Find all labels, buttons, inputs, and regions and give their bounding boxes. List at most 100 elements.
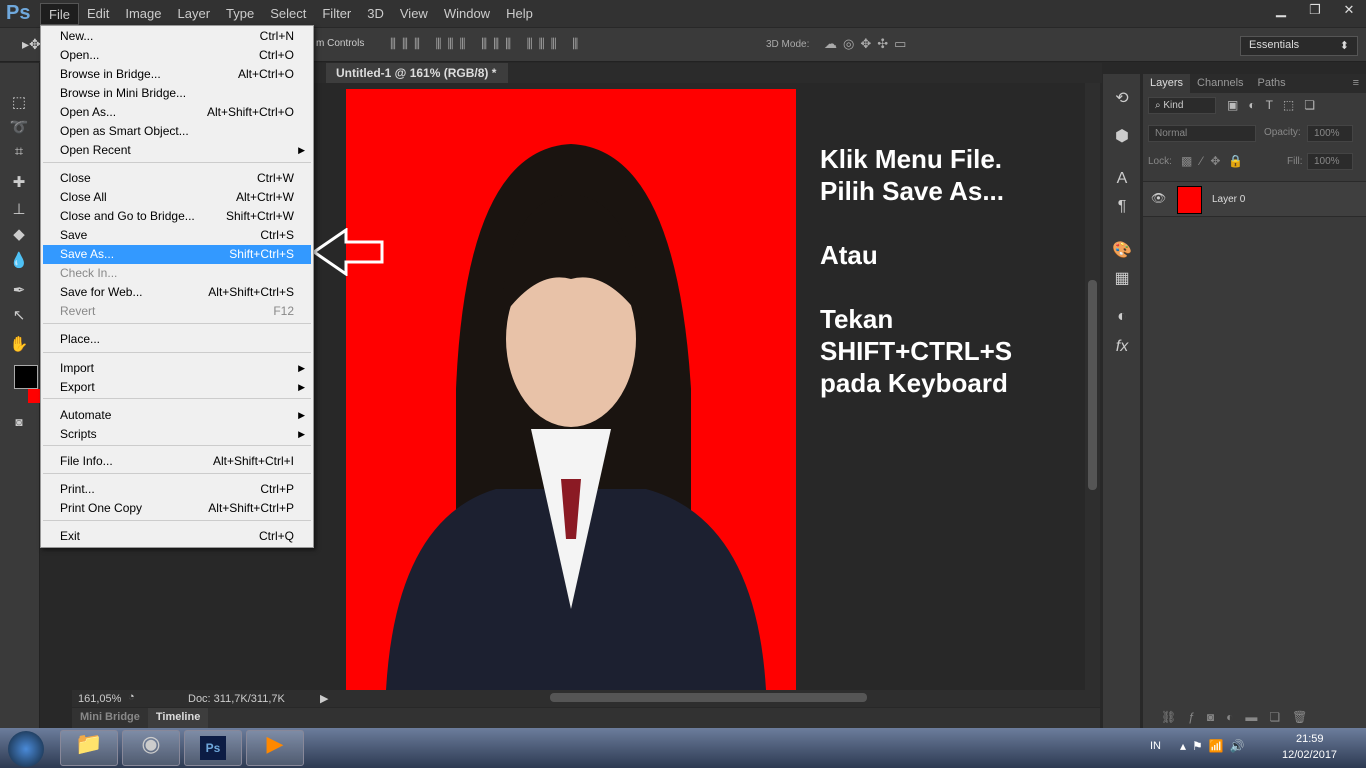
layer-actions-icons[interactable]: ⛓ƒ◙◐▬❏🗑 — [1161, 710, 1319, 724]
menu-item-label: Import — [60, 361, 95, 375]
menu-item-import[interactable]: Import ▶ — [43, 359, 311, 378]
panel-menu-icon[interactable]: ≡ — [1346, 74, 1366, 93]
status-menu-arrow-icon[interactable]: ▶ — [320, 692, 328, 705]
pen-tool-icon[interactable]: ✒ — [8, 281, 30, 303]
menu-help[interactable]: Help — [498, 3, 541, 25]
menu-item-exit[interactable]: Exit Ctrl+Q — [43, 527, 311, 546]
language-indicator[interactable]: IN — [1150, 740, 1161, 752]
history-icon[interactable]: ⟲ — [1111, 88, 1133, 108]
menu-item-browse-in-mini-bridge[interactable]: Browse in Mini Bridge... — [43, 84, 311, 103]
layer-name[interactable]: Layer 0 — [1212, 194, 1245, 205]
menu-item-label: Open as Smart Object... — [60, 124, 189, 138]
tray-icons[interactable]: ▴⚑📶🔊 — [1180, 739, 1251, 753]
tab-layers[interactable]: Layers — [1143, 74, 1191, 93]
character-icon[interactable]: A — [1111, 170, 1133, 188]
document-tab[interactable]: Untitled-1 @ 161% (RGB/8) * × — [326, 63, 508, 94]
clock-time[interactable]: 21:59 — [1296, 733, 1324, 745]
path-select-tool-icon[interactable]: ↖ — [8, 306, 30, 328]
menu-image[interactable]: Image — [117, 3, 169, 25]
paragraph-icon[interactable]: ¶ — [1111, 198, 1133, 216]
menu-window[interactable]: Window — [436, 3, 498, 25]
menu-item-open-recent[interactable]: Open Recent ▶ — [43, 141, 311, 160]
opacity-field[interactable]: 100% — [1307, 125, 1353, 142]
menu-layer[interactable]: Layer — [170, 3, 219, 25]
3d-panel-icon[interactable]: ⬢ — [1111, 126, 1133, 146]
menu-3d[interactable]: 3D — [359, 3, 392, 25]
menu-item-save-as[interactable]: Save As... Shift+Ctrl+S — [43, 245, 311, 264]
horizontal-scroll-thumb[interactable] — [550, 693, 867, 702]
move-tool-icon[interactable]: ▸✥ — [22, 36, 41, 53]
menu-item-new[interactable]: New... Ctrl+N — [43, 27, 311, 46]
canvas-photo[interactable] — [346, 89, 796, 690]
menu-item-close[interactable]: Close Ctrl+W — [43, 169, 311, 188]
marquee-tool-icon[interactable]: ⬚ — [8, 93, 30, 115]
workspace-select[interactable]: Essentials ⬍ — [1240, 36, 1358, 56]
menu-item-place[interactable]: Place... — [43, 330, 311, 349]
menu-item-automate[interactable]: Automate ▶ — [43, 406, 311, 425]
tab-channels[interactable]: Channels — [1190, 74, 1250, 93]
minimize-icon[interactable]: ▁ — [1264, 0, 1298, 20]
photoshop-logo: Ps — [6, 2, 31, 24]
chrome-taskbar-icon[interactable]: ◉ — [122, 730, 180, 766]
clock-date[interactable]: 12/02/2017 — [1282, 749, 1337, 761]
menu-view[interactable]: View — [392, 3, 436, 25]
3d-mode-icons[interactable]: ☁◎✥✣▭ — [824, 36, 912, 52]
menu-item-close-and-go-to-bridge[interactable]: Close and Go to Bridge... Shift+Ctrl+W — [43, 207, 311, 226]
layer-row[interactable]: 👁 Layer 0 — [1143, 181, 1366, 217]
start-button[interactable] — [8, 731, 44, 767]
menu-item-open-as[interactable]: Open As... Alt+Shift+Ctrl+O — [43, 103, 311, 122]
submenu-arrow-icon: ▶ — [298, 429, 305, 439]
menu-file[interactable]: File — [40, 2, 79, 25]
filter-icons[interactable]: ▣◐T⬚❏ — [1227, 98, 1325, 112]
menu-type[interactable]: Type — [218, 3, 262, 25]
lock-icons[interactable]: ▩⁄✥🔒 — [1181, 154, 1251, 168]
menu-item-save-for-web[interactable]: Save for Web... Alt+Shift+Ctrl+S — [43, 283, 311, 302]
blend-mode-select[interactable]: Normal — [1148, 125, 1256, 142]
menu-item-save[interactable]: Save Ctrl+S — [43, 226, 311, 245]
menu-item-print[interactable]: Print... Ctrl+P — [43, 480, 311, 499]
menu-item-open-as-smart-object[interactable]: Open as Smart Object... — [43, 122, 311, 141]
healing-tool-icon[interactable]: ✚ — [8, 173, 30, 195]
lasso-tool-icon[interactable]: ➰ — [8, 118, 30, 140]
tab-mini-bridge[interactable]: Mini Bridge — [72, 708, 148, 728]
tab-timeline[interactable]: Timeline — [147, 708, 209, 728]
explorer-taskbar-icon[interactable]: 📁 — [60, 730, 118, 766]
window-controls: ▁ ❐ ✕ — [1264, 0, 1366, 20]
hand-tool-icon[interactable]: ✋ — [8, 335, 30, 357]
menu-filter[interactable]: Filter — [314, 3, 359, 25]
transform-controls-label[interactable]: m Controls — [316, 38, 364, 49]
close-icon[interactable]: ✕ — [1332, 0, 1366, 20]
eraser-tool-icon[interactable]: ◆ — [8, 225, 30, 247]
foreground-color-swatch[interactable] — [14, 365, 38, 389]
stamp-tool-icon[interactable]: ⊥ — [8, 200, 30, 222]
menu-item-scripts[interactable]: Scripts ▶ — [43, 425, 311, 444]
tab-paths[interactable]: Paths — [1251, 74, 1293, 93]
crop-tool-icon[interactable]: ⌗ — [8, 143, 30, 165]
vertical-scroll-thumb[interactable] — [1088, 280, 1097, 490]
background-color-swatch[interactable] — [28, 389, 40, 403]
align-icons[interactable]: ⫼⫼⫼ ⫼⫼⫼ ⫼⫼⫼ ⫼⫼⫼ ⫼ — [390, 36, 584, 52]
menu-item-file-info[interactable]: File Info... Alt+Shift+Ctrl+I — [43, 452, 311, 471]
media-player-taskbar-icon[interactable]: ▶ — [246, 730, 304, 766]
styles-icon[interactable]: ▦ — [1111, 268, 1133, 288]
menu-item-browse-in-bridge[interactable]: Browse in Bridge... Alt+Ctrl+O — [43, 65, 311, 84]
fill-field[interactable]: 100% — [1307, 153, 1353, 170]
layer-filter-select[interactable]: ⌕ Kind — [1148, 97, 1216, 114]
visibility-eye-icon[interactable]: 👁 — [1151, 191, 1166, 205]
restore-icon[interactable]: ❐ — [1298, 0, 1332, 20]
menu-item-open[interactable]: Open... Ctrl+O — [43, 46, 311, 65]
quick-mask-icon[interactable]: ◙ — [8, 415, 30, 437]
swatches-icon[interactable]: 🎨 — [1111, 240, 1133, 260]
photoshop-taskbar-icon[interactable]: Ps — [184, 730, 242, 766]
status-info-icon[interactable]: ◔ — [128, 691, 135, 703]
adjustments-icon[interactable]: ◐ — [1111, 308, 1133, 326]
zoom-level[interactable]: 161,05% — [78, 693, 121, 705]
menu-item-export[interactable]: Export ▶ — [43, 378, 311, 397]
fx-icon[interactable]: fx — [1111, 338, 1133, 356]
menu-select[interactable]: Select — [262, 3, 314, 25]
menu-item-close-all[interactable]: Close All Alt+Ctrl+W — [43, 188, 311, 207]
menu-item-print-one-copy[interactable]: Print One Copy Alt+Shift+Ctrl+P — [43, 499, 311, 518]
blur-tool-icon[interactable]: 💧 — [8, 251, 30, 273]
menu-edit[interactable]: Edit — [79, 3, 117, 25]
menu-item-label: Save As... — [60, 247, 115, 261]
